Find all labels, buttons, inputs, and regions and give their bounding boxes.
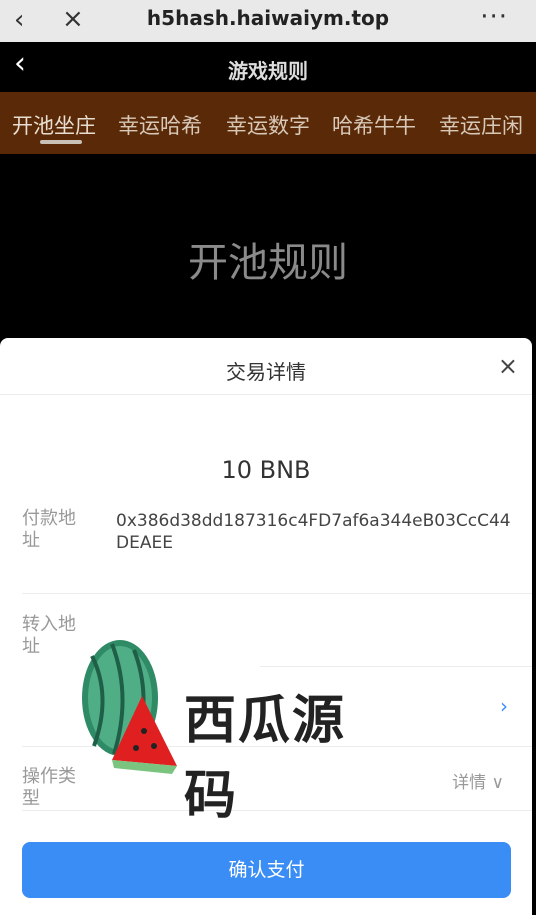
payer-label: 付款地址 bbox=[22, 508, 76, 551]
divider bbox=[0, 394, 532, 395]
game-tabs: 开池坐庄 幸运哈希 幸运数字 哈希牛牛 幸运庄闲 bbox=[0, 92, 536, 154]
close-icon[interactable]: × bbox=[498, 352, 518, 380]
confirm-payment-button[interactable]: 确认支付 bbox=[22, 842, 511, 898]
tab-xingyun-zhuangxian[interactable]: 幸运庄闲 bbox=[439, 110, 523, 140]
detail-toggle[interactable]: 详情 ∨ bbox=[452, 768, 504, 793]
app-header: ‹ 游戏规则 bbox=[0, 42, 536, 92]
tab-haxi-niuniu[interactable]: 哈希牛牛 bbox=[332, 110, 416, 140]
chevron-right-icon[interactable]: › bbox=[500, 694, 508, 718]
watermark-text: 西瓜源码 bbox=[184, 691, 347, 826]
more-options-icon[interactable]: ··· bbox=[480, 2, 508, 32]
amount: 10 BNB bbox=[221, 456, 311, 484]
tab-kaichi-zuozhuang[interactable]: 开池坐庄 bbox=[12, 110, 96, 140]
browser-bar: ‹ × h5hash.haiwaiym.top ··· bbox=[0, 0, 536, 42]
watermelon-logo-icon bbox=[82, 640, 177, 774]
divider bbox=[22, 593, 532, 594]
tab-xingyun-shuzi[interactable]: 幸运数字 bbox=[226, 110, 310, 140]
hero-title: 开池规则 bbox=[188, 240, 348, 286]
watermark: 西瓜源码 bbox=[72, 636, 362, 826]
payer-address: 0x386d38dd187316c4FD7af6a344eB03CcC44DEA… bbox=[116, 511, 511, 553]
transaction-sheet: 交易详情 × 10 BNB 付款地址 0x386d38dd187316c4FD7… bbox=[0, 338, 532, 915]
active-tab-indicator bbox=[40, 140, 82, 144]
tab-xingyun-haxi[interactable]: 幸运哈希 bbox=[118, 110, 202, 140]
hero-section: 开池规则 bbox=[0, 154, 536, 354]
page-title: 游戏规则 bbox=[228, 59, 308, 83]
browser-url: h5hash.haiwaiym.top bbox=[146, 6, 390, 30]
sheet-title: 交易详情 bbox=[226, 360, 306, 384]
